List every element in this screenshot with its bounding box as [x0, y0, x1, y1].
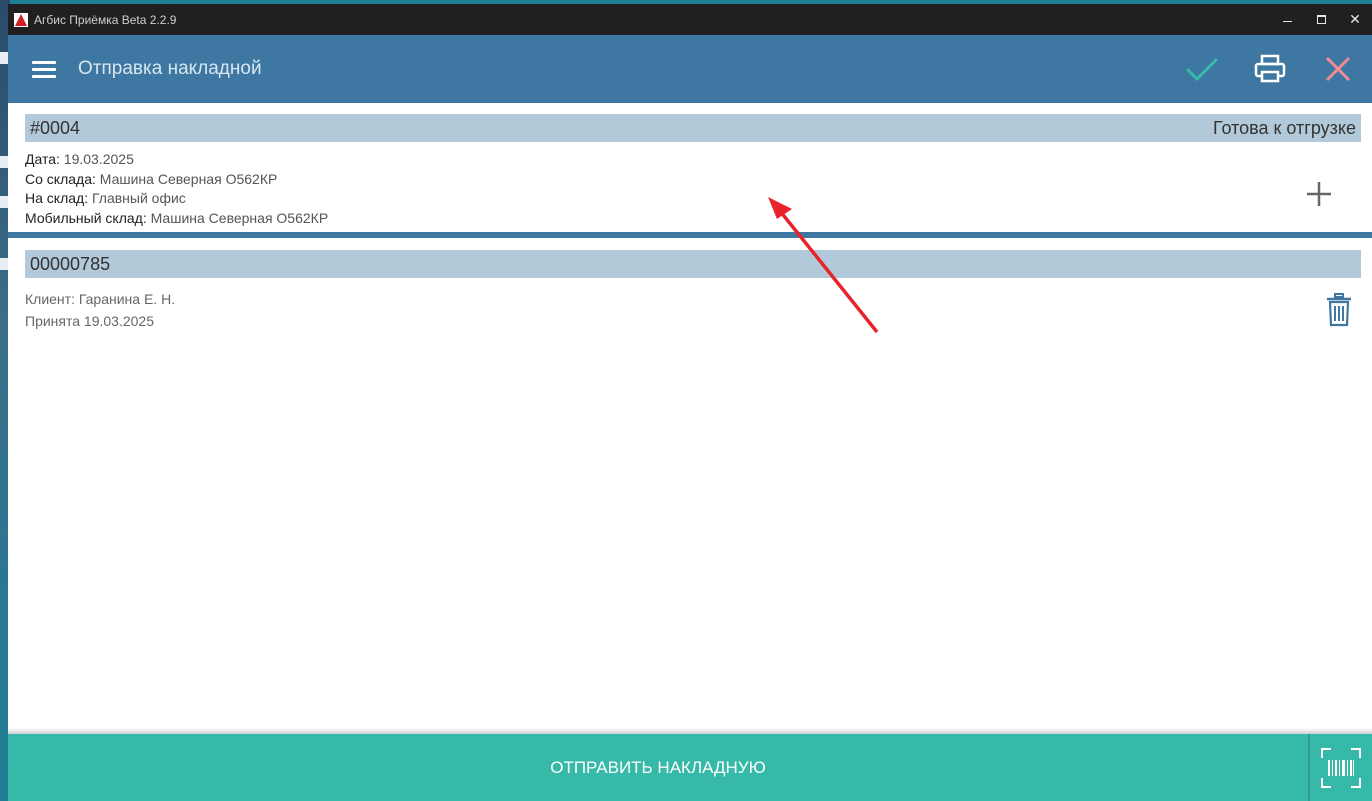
- window-controls: ✕: [1270, 4, 1372, 35]
- item-client: Клиент: Гаранина Е. Н.: [25, 291, 176, 307]
- print-button[interactable]: [1236, 35, 1304, 103]
- app-window: Агбис Приёмка Beta 2.2.9 ✕ Отправка накл…: [8, 4, 1372, 801]
- minimize-icon: [1282, 21, 1292, 22]
- trash-icon: [1327, 293, 1351, 327]
- maximize-button[interactable]: [1304, 4, 1338, 35]
- barcode-scan-icon: [1321, 747, 1361, 788]
- window-title: Агбис Приёмка Beta 2.2.9: [34, 12, 177, 27]
- app-logo-icon: [14, 12, 28, 27]
- send-invoice-button[interactable]: ОТПРАВИТЬ НАКЛАДНУЮ: [8, 734, 1308, 801]
- add-item-button[interactable]: [1304, 179, 1334, 209]
- mobile-warehouse-row: Мобильный склад: Машина Северная О562КР: [25, 209, 328, 229]
- to-warehouse-row: На склад: Главный офис: [25, 189, 328, 209]
- from-warehouse-row: Со склада: Машина Северная О562КР: [25, 170, 328, 190]
- document-number: #0004: [30, 117, 81, 138]
- menu-icon-line: [32, 74, 56, 78]
- date-row: Дата: 19.03.2025: [25, 150, 328, 170]
- main-content: #0004 Готова к отгрузке Дата: 19.03.2025…: [8, 103, 1372, 733]
- menu-button[interactable]: [32, 57, 56, 82]
- app-bar: Отправка накладной: [8, 35, 1372, 103]
- window-close-button[interactable]: ✕: [1338, 4, 1372, 35]
- window-titlebar: Агбис Приёмка Beta 2.2.9 ✕: [8, 4, 1372, 35]
- menu-icon-line: [32, 60, 56, 64]
- close-button[interactable]: [1304, 35, 1372, 103]
- page-title: Отправка накладной: [78, 58, 262, 79]
- document-status: Готова к отгрузке: [1212, 117, 1356, 138]
- to-warehouse-value: Главный офис: [91, 190, 186, 207]
- mobile-warehouse-label: Мобильный склад:: [25, 210, 147, 227]
- item-number: 00000785: [30, 253, 111, 274]
- document-header: #0004 Готова к отгрузке: [25, 114, 1361, 142]
- date-value: 19.03.2025: [63, 151, 134, 167]
- barcode-scan-button[interactable]: [1310, 734, 1372, 801]
- send-invoice-label: ОТПРАВИТЬ НАКЛАДНУЮ: [550, 757, 766, 777]
- maximize-icon: [1316, 15, 1326, 24]
- section-divider: [8, 232, 1372, 238]
- plus-icon: [1307, 182, 1331, 206]
- list-item-details: Клиент: Гаранина Е. Н. Принята 19.03.202…: [25, 288, 175, 332]
- checkmark-icon: [1185, 57, 1219, 82]
- date-label: Дата:: [25, 151, 60, 167]
- window-close-icon: ✕: [1349, 11, 1361, 27]
- from-warehouse-label: Со склада:: [25, 170, 96, 187]
- confirm-button[interactable]: [1168, 35, 1236, 103]
- bottom-bar: ОТПРАВИТЬ НАКЛАДНУЮ: [8, 734, 1372, 801]
- minimize-button[interactable]: [1270, 4, 1304, 35]
- item-accepted: Принята 19.03.2025: [25, 313, 154, 329]
- mobile-warehouse-value: Машина Северная О562КР: [150, 210, 329, 227]
- list-item-header[interactable]: 00000785: [25, 250, 1361, 278]
- delete-item-button[interactable]: [1324, 293, 1354, 327]
- close-icon: [1325, 56, 1351, 82]
- from-warehouse-value: Машина Северная О562КР: [99, 170, 278, 187]
- printer-icon: [1254, 54, 1286, 83]
- to-warehouse-label: На склад:: [25, 190, 89, 207]
- document-details: Дата: 19.03.2025 Со склада: Машина Север…: [25, 150, 328, 229]
- menu-icon-line: [32, 67, 56, 71]
- appbar-actions: [1168, 35, 1372, 103]
